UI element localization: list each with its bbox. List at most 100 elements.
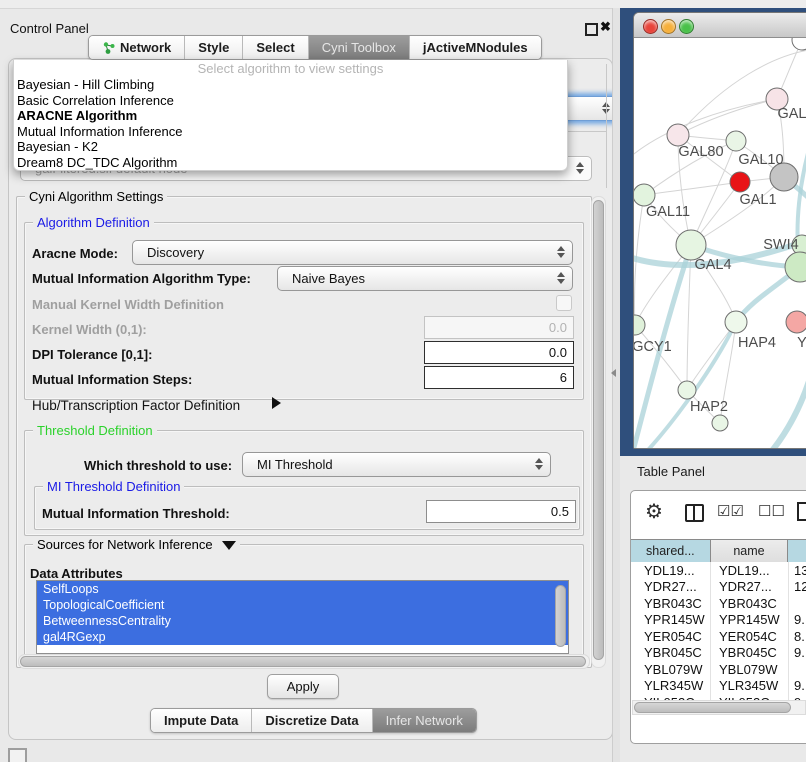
- table-row[interactable]: YDL19...YDL19...13: [631, 562, 806, 579]
- edge[interactable]: [635, 325, 687, 390]
- apply-button[interactable]: Apply: [267, 674, 339, 699]
- table-row[interactable]: YBL079WYBL079W: [631, 661, 806, 678]
- attribute-item-selfloops[interactable]: SelfLoops: [37, 581, 568, 597]
- manual-kernel-checkbox[interactable]: [556, 295, 572, 311]
- network-node[interactable]: [712, 415, 728, 431]
- network-node[interactable]: [634, 184, 655, 206]
- network-node[interactable]: [792, 38, 806, 50]
- table-row[interactable]: YBR045CYBR045C9.: [631, 645, 806, 662]
- network-icon: [102, 41, 115, 54]
- mi-steps-field[interactable]: 6: [424, 366, 574, 389]
- dropdown-option-mutual-information-inference[interactable]: Mutual Information Inference: [14, 124, 567, 140]
- table-row[interactable]: YLR345WYLR345W9.: [631, 678, 806, 695]
- edge[interactable]: [678, 99, 777, 135]
- bottom-tabs: Impute DataDiscretize DataInfer Network: [150, 708, 477, 733]
- dpi-tolerance-value: 0.0: [549, 345, 567, 360]
- tab-select[interactable]: Select: [243, 36, 308, 59]
- table-cell: YER054C: [631, 628, 711, 645]
- table-cell: YBR045C: [711, 645, 789, 662]
- edge[interactable]: [644, 182, 740, 195]
- tab-label: Select: [256, 40, 294, 55]
- network-node[interactable]: [726, 131, 746, 151]
- sources-title-text: Sources for Network Inference: [37, 537, 213, 552]
- table-row[interactable]: YDR27...YDR27...12: [631, 579, 806, 596]
- tab-jactivemnodules[interactable]: jActiveMNodules: [410, 36, 541, 59]
- node-label: GAL11: [646, 204, 690, 220]
- tab-network[interactable]: Network: [89, 36, 185, 59]
- tab-style[interactable]: Style: [185, 36, 243, 59]
- column-header-name[interactable]: name: [711, 540, 789, 562]
- table-cell: YDR27...: [631, 579, 711, 596]
- hub-section-label[interactable]: Hub/Transcription Factor Definition: [32, 398, 240, 413]
- mi-threshold-field[interactable]: 0.5: [426, 500, 576, 523]
- aracne-mode-combo[interactable]: Discovery: [132, 240, 573, 265]
- column-header-shared[interactable]: shared...: [631, 540, 711, 562]
- bottom-tab-infer-network[interactable]: Infer Network: [373, 709, 476, 732]
- table-row[interactable]: YBR043CYBR043C: [631, 595, 806, 612]
- close-icon[interactable]: ✖: [600, 19, 611, 35]
- corner-widget[interactable]: [8, 748, 27, 762]
- mi-type-combo[interactable]: Naive Bayes: [277, 266, 573, 291]
- tab-cyni-toolbox[interactable]: Cyni Toolbox: [309, 36, 410, 59]
- table-hscroll-thumb[interactable]: [634, 702, 791, 713]
- network-node[interactable]: [786, 311, 806, 333]
- kernel-width-field[interactable]: 0.0: [424, 316, 574, 339]
- column-header-cut[interactable]: [788, 540, 806, 562]
- network-node[interactable]: [730, 172, 750, 192]
- network-graph: GALGAL80GAL10GAL1GAL11SWI4GAL4GCY1HAP4YH…: [634, 38, 806, 448]
- data-attributes-label: Data Attributes: [30, 566, 123, 581]
- checked-pair-icon[interactable]: ☑☑: [717, 502, 744, 520]
- table-row[interactable]: YPR145WYPR145W9.: [631, 612, 806, 629]
- dropdown-option-bayesian-k2[interactable]: Bayesian - K2: [14, 139, 567, 155]
- table-cell: 8.: [789, 628, 806, 645]
- tab-label: Cyni Toolbox: [322, 40, 396, 55]
- bottom-tab-discretize-data[interactable]: Discretize Data: [252, 709, 372, 732]
- edge[interactable]: [678, 50, 806, 135]
- table-cell: YBR045C: [631, 645, 711, 662]
- table-cell: YBR043C: [711, 595, 789, 612]
- network-node[interactable]: [725, 311, 747, 333]
- table-body[interactable]: YDL19...YDL19...13YDR27...YDR27...12YBR0…: [631, 562, 806, 700]
- attribute-item-betweennesscentrality[interactable]: BetweennessCentrality: [37, 613, 568, 629]
- dropdown-option-bayesian-hill-climbing[interactable]: Bayesian - Hill Climbing: [14, 77, 567, 93]
- network-node[interactable]: [634, 315, 645, 335]
- data-attributes-list[interactable]: SelfLoopsTopologicalCoefficientBetweenne…: [36, 580, 569, 654]
- network-node[interactable]: [678, 381, 696, 399]
- settings-hscroll-thumb[interactable]: [20, 656, 586, 667]
- dropdown-option-basic-correlation-inference[interactable]: Basic Correlation Inference: [14, 93, 567, 109]
- divider-collapse-icon[interactable]: [611, 369, 616, 377]
- table-cell: YBL079W: [711, 661, 789, 678]
- network-node[interactable]: [667, 124, 689, 146]
- list-scrollbar-thumb[interactable]: [555, 585, 566, 647]
- dropdown-option-aracne-algorithm[interactable]: ARACNE Algorithm: [14, 108, 567, 124]
- dropdown-option-dream8-dc-tdc-algorithm[interactable]: Dream8 DC_TDC Algorithm: [14, 155, 567, 171]
- network-canvas[interactable]: GALGAL80GAL10GAL1GAL11SWI4GAL4GCY1HAP4YH…: [634, 38, 806, 448]
- manual-kernel-label: Manual Kernel Width Definition: [32, 297, 224, 312]
- attribute-item-topologicalcoefficient[interactable]: TopologicalCoefficient: [37, 597, 568, 613]
- expand-arrow-icon[interactable]: [272, 397, 281, 409]
- float-icon[interactable]: [585, 23, 598, 36]
- dpi-tolerance-field[interactable]: 0.0: [424, 341, 574, 364]
- minimize-window-button[interactable]: [661, 19, 676, 34]
- which-threshold-value: MI Threshold: [257, 457, 333, 472]
- network-window-titlebar[interactable]: [634, 13, 806, 38]
- gear-icon[interactable]: ⚙: [645, 499, 663, 524]
- bottom-tab-impute-data[interactable]: Impute Data: [151, 709, 252, 732]
- unchecked-pair-icon[interactable]: ☐☐: [758, 502, 785, 520]
- collapse-arrow-icon[interactable]: [222, 541, 236, 550]
- page-icon[interactable]: [797, 502, 806, 521]
- stepper-arrows-icon: [535, 458, 543, 470]
- network-node[interactable]: [676, 230, 706, 260]
- table-header[interactable]: shared...name: [631, 539, 806, 563]
- mi-steps-value: 6: [560, 370, 567, 385]
- split-columns-icon[interactable]: [685, 504, 704, 522]
- tab-label: Style: [198, 40, 229, 55]
- zoom-window-button[interactable]: [679, 19, 694, 34]
- mi-type-value: Naive Bayes: [292, 271, 365, 286]
- which-threshold-combo[interactable]: MI Threshold: [242, 452, 551, 477]
- settings-vscroll-thumb[interactable]: [593, 200, 604, 660]
- attribute-item-gal4rgexp[interactable]: gal4RGexp: [37, 629, 568, 645]
- edge-highlighted[interactable]: [746, 378, 806, 448]
- table-row[interactable]: YER054CYER054C8.: [631, 628, 806, 645]
- close-window-button[interactable]: [643, 19, 658, 34]
